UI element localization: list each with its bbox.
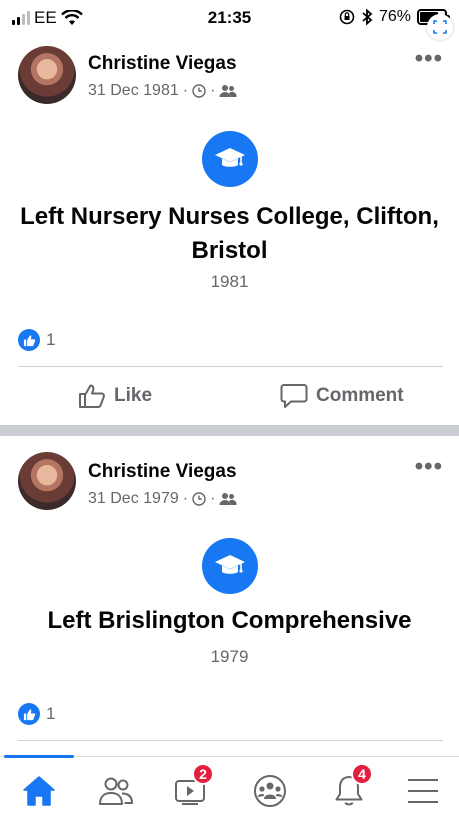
home-icon — [23, 776, 55, 806]
event-title: Left Brislington Comprehensive — [47, 607, 412, 634]
comment-label: Comment — [316, 385, 404, 406]
event-title: Left Nursery Nurses College, Clifton, Br… — [20, 203, 439, 264]
avatar[interactable] — [18, 452, 76, 510]
life-event-post: Christine Viegas 31 Dec 1981 · · ••• Lef… — [0, 40, 459, 425]
life-event-post: Christine Viegas 31 Dec 1979 · · ••• Lef… — [0, 436, 459, 756]
meta-separator: · — [182, 490, 189, 507]
nav-home[interactable] — [17, 771, 61, 811]
avatar[interactable] — [18, 46, 76, 104]
post-meta: 31 Dec 1981 · · — [88, 82, 237, 100]
more-icon[interactable]: ••• — [415, 47, 443, 71]
post-meta: 31 Dec 1979 · · — [88, 490, 237, 508]
author-name[interactable]: Christine Viegas — [88, 461, 237, 483]
friends-audience-icon — [219, 85, 237, 97]
meta-separator: · — [210, 82, 216, 99]
bottom-nav: 2 4 — [0, 755, 459, 826]
nav-watch[interactable]: 2 — [168, 763, 214, 811]
meta-separator: · — [210, 490, 216, 507]
event-year: 1979 — [210, 647, 249, 666]
like-count: 1 — [46, 330, 56, 349]
like-reaction-icon — [18, 703, 40, 725]
active-tab-indicator — [4, 755, 74, 758]
like-label: Like — [114, 385, 153, 406]
nav-friends[interactable] — [94, 771, 138, 811]
nav-menu[interactable] — [401, 771, 445, 811]
orientation-lock-icon — [339, 9, 355, 25]
graduation-cap-icon — [202, 131, 258, 187]
post-date[interactable]: 31 Dec 1981 — [88, 82, 179, 100]
status-bar: EE 21:35 76% — [0, 0, 459, 40]
clock-icon — [192, 84, 206, 98]
nav-groups[interactable] — [248, 771, 292, 811]
friends-icon — [99, 777, 134, 805]
reactions-summary[interactable]: 1 — [18, 703, 55, 725]
graduation-cap-icon — [202, 538, 258, 594]
post-separator — [0, 425, 459, 436]
clock-icon — [192, 492, 206, 506]
thumbs-up-icon — [79, 384, 105, 408]
more-icon[interactable]: ••• — [415, 455, 443, 479]
nav-notifications[interactable]: 4 — [327, 763, 373, 811]
groups-icon — [254, 775, 286, 807]
comment-button[interactable]: Comment — [280, 383, 404, 409]
post-date[interactable]: 31 Dec 1979 — [88, 490, 179, 508]
action-divider — [18, 366, 443, 367]
comment-icon — [280, 384, 308, 408]
battery-percent: 76% — [378, 8, 411, 25]
screen-capture-icon[interactable] — [427, 14, 453, 40]
action-divider — [18, 740, 443, 741]
menu-icon — [408, 779, 438, 803]
watch-badge: 2 — [192, 763, 214, 785]
event-year: 1981 — [210, 272, 249, 291]
friends-audience-icon — [219, 493, 237, 505]
reactions-summary[interactable]: 1 — [18, 329, 55, 351]
like-reaction-icon — [18, 329, 40, 351]
author-name[interactable]: Christine Viegas — [88, 53, 237, 75]
like-count: 1 — [46, 704, 56, 723]
like-button[interactable]: Like — [78, 383, 152, 409]
meta-separator: · — [182, 82, 189, 99]
bluetooth-icon — [362, 8, 373, 26]
notifications-badge: 4 — [351, 763, 373, 785]
